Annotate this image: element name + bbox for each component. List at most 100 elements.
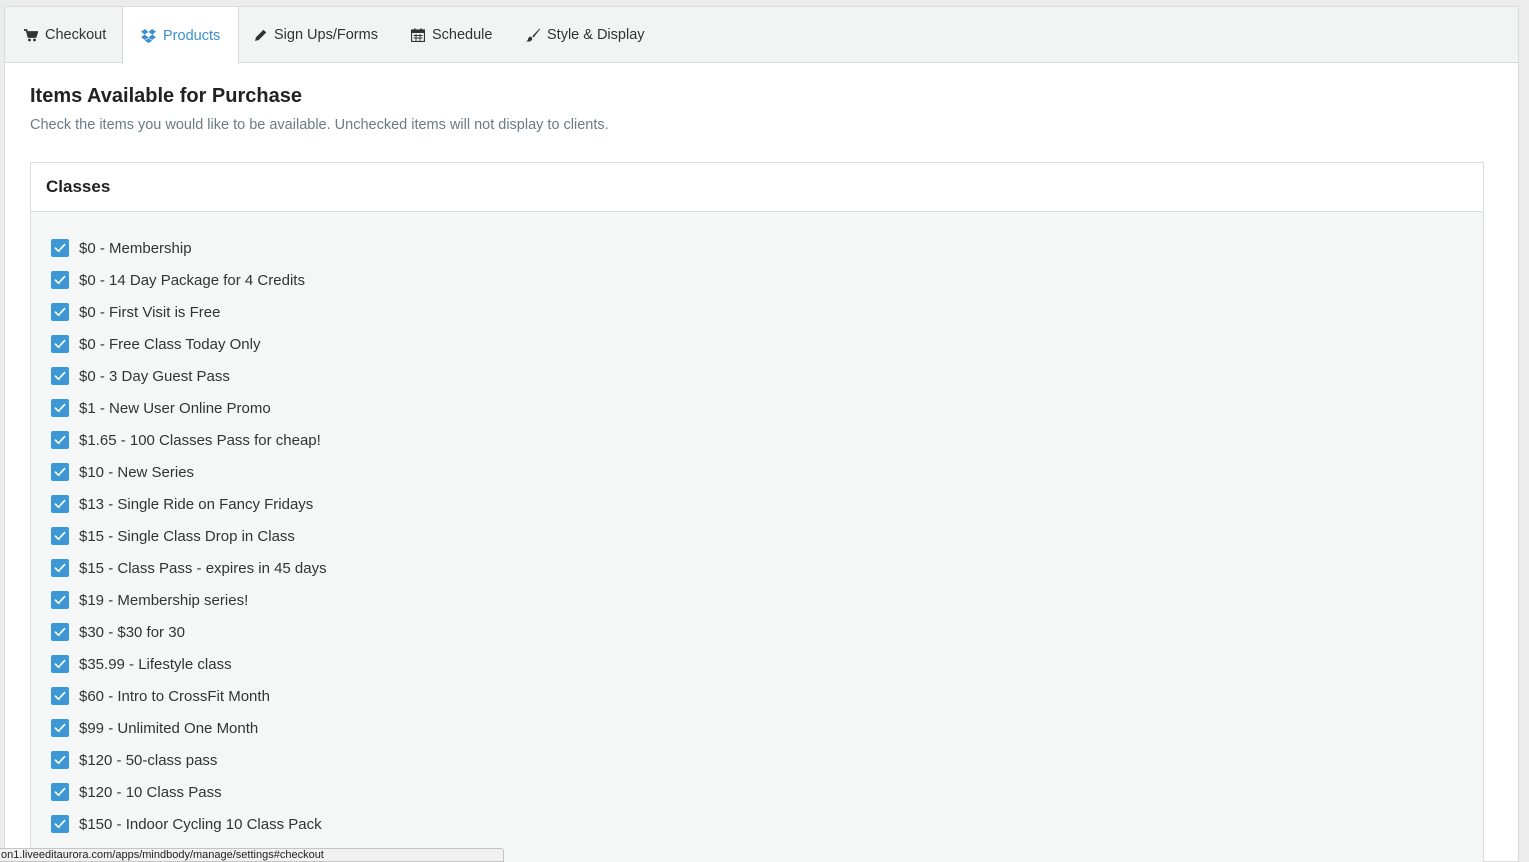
list-item[interactable]: $1.65 - 100 Classes Pass for cheap!	[51, 424, 1483, 456]
checkmark-icon	[54, 467, 66, 477]
item-label: $15 - Single Class Drop in Class	[79, 527, 295, 545]
item-checkbox[interactable]	[51, 687, 69, 705]
list-item[interactable]: $60 - Intro to CrossFit Month	[51, 680, 1483, 712]
list-item[interactable]: $13 - Single Ride on Fancy Fridays	[51, 488, 1483, 520]
checkmark-icon	[54, 243, 66, 253]
tab-products[interactable]: Products	[122, 7, 240, 64]
tab-signups[interactable]: Sign Ups/Forms	[254, 7, 378, 63]
tab-style[interactable]: Style & Display	[526, 7, 645, 63]
list-item[interactable]: $0 - First Visit is Free	[51, 296, 1483, 328]
item-label: $30 - $30 for 30	[79, 623, 185, 641]
item-label: $15 - Class Pass - expires in 45 days	[79, 559, 327, 577]
item-checkbox[interactable]	[51, 399, 69, 417]
item-list: $0 - Membership $0 - 14 Day Package for 4…	[31, 212, 1483, 840]
item-label: $10 - New Series	[79, 463, 195, 481]
list-item[interactable]: $1 - New User Online Promo	[51, 392, 1483, 424]
item-label: $35.99 - Lifestyle class	[79, 655, 232, 673]
tab-checkout[interactable]: Checkout	[24, 7, 106, 63]
checkmark-icon	[54, 627, 66, 637]
checkmark-icon	[54, 499, 66, 509]
item-label: $0 - Membership	[79, 239, 192, 257]
list-item[interactable]: $120 - 50-class pass	[51, 744, 1483, 776]
checkmark-icon	[54, 275, 66, 285]
item-label: $120 - 50-class pass	[79, 751, 218, 769]
list-item[interactable]: $19 - Membership series!	[51, 584, 1483, 616]
item-label: $1 - New User Online Promo	[79, 399, 271, 417]
item-checkbox[interactable]	[51, 367, 69, 385]
item-checkbox[interactable]	[51, 271, 69, 289]
tab-schedule-label: Schedule	[432, 27, 493, 43]
pencil-icon	[255, 29, 267, 41]
checkmark-icon	[54, 307, 66, 317]
tab-bar: Checkout Products Sign Ups/Forms Schedul…	[5, 7, 1518, 64]
checkmark-icon	[54, 595, 66, 605]
item-checkbox[interactable]	[51, 431, 69, 449]
tab-checkout-label: Checkout	[45, 27, 107, 43]
checkmark-icon	[54, 723, 66, 733]
checkmark-icon	[54, 787, 66, 797]
item-checkbox[interactable]	[51, 527, 69, 545]
list-item[interactable]: $15 - Single Class Drop in Class	[51, 520, 1483, 552]
item-checkbox[interactable]	[51, 463, 69, 481]
dropbox-icon	[141, 28, 156, 43]
item-checkbox[interactable]	[51, 303, 69, 321]
checkmark-icon	[54, 659, 66, 669]
checkmark-icon	[54, 339, 66, 349]
list-item[interactable]: $15 - Class Pass - expires in 45 days	[51, 552, 1483, 584]
list-item[interactable]: $99 - Unlimited One Month	[51, 712, 1483, 744]
list-item[interactable]: $0 - 14 Day Package for 4 Credits	[51, 264, 1483, 296]
calendar-icon	[411, 28, 425, 42]
item-checkbox[interactable]	[51, 495, 69, 513]
panel-title: Classes	[46, 177, 111, 196]
list-item[interactable]: $0 - Membership	[51, 232, 1483, 264]
page-title: Items Available for Purchase	[30, 85, 302, 107]
list-item[interactable]: $30 - $30 for 30	[51, 616, 1483, 648]
cart-icon	[24, 28, 38, 41]
checkmark-icon	[54, 403, 66, 413]
item-checkbox[interactable]	[51, 335, 69, 353]
item-label: $13 - Single Ride on Fancy Fridays	[79, 495, 314, 513]
item-checkbox[interactable]	[51, 559, 69, 577]
list-item[interactable]: $0 - 3 Day Guest Pass	[51, 360, 1483, 392]
item-label: $99 - Unlimited One Month	[79, 719, 259, 737]
checkmark-icon	[54, 371, 66, 381]
page-subtitle: Check the items you would like to be ava…	[30, 117, 609, 133]
main-header: Items Available for Purchase Check the i…	[30, 84, 1484, 134]
item-checkbox[interactable]	[51, 623, 69, 641]
classes-panel: Classes $0 - Membership $0 - 14 Day Packa…	[30, 162, 1484, 862]
item-label: $19 - Membership series!	[79, 591, 249, 609]
panel-header: Classes	[31, 163, 1483, 212]
item-label: $150 - Indoor Cycling 10 Class Pack	[79, 815, 322, 833]
item-checkbox[interactable]	[51, 655, 69, 673]
paintbrush-icon	[526, 28, 540, 42]
item-label: $0 - 14 Day Package for 4 Credits	[79, 271, 305, 289]
item-label: $0 - First Visit is Free	[79, 303, 221, 321]
checkmark-icon	[54, 531, 66, 541]
tab-schedule[interactable]: Schedule	[411, 7, 492, 63]
item-label: $0 - Free Class Today Only	[79, 335, 261, 353]
list-item[interactable]: $0 - Free Class Today Only	[51, 328, 1483, 360]
tab-signups-label: Sign Ups/Forms	[274, 27, 378, 43]
list-item[interactable]: $150 - Indoor Cycling 10 Class Pack	[51, 808, 1483, 840]
item-checkbox[interactable]	[51, 719, 69, 737]
checkmark-icon	[54, 563, 66, 573]
checkmark-icon	[54, 819, 66, 829]
item-checkbox[interactable]	[51, 239, 69, 257]
tab-style-label: Style & Display	[547, 27, 645, 43]
item-label: $120 - 10 Class Pass	[79, 783, 222, 801]
item-label: $60 - Intro to CrossFit Month	[79, 687, 270, 705]
item-label: $0 - 3 Day Guest Pass	[79, 367, 230, 385]
tab-products-label: Products	[163, 27, 221, 44]
item-checkbox[interactable]	[51, 783, 69, 801]
list-item[interactable]: $120 - 10 Class Pass	[51, 776, 1483, 808]
item-label: $1.65 - 100 Classes Pass for cheap!	[79, 431, 321, 449]
list-item[interactable]: $35.99 - Lifestyle class	[51, 648, 1483, 680]
status-bar-url: on1.liveeditaurora.com/apps/mindbody/man…	[0, 848, 504, 862]
checkmark-icon	[54, 435, 66, 445]
list-item[interactable]: $10 - New Series	[51, 456, 1483, 488]
item-checkbox[interactable]	[51, 591, 69, 609]
item-checkbox[interactable]	[51, 751, 69, 769]
checkmark-icon	[54, 755, 66, 765]
item-checkbox[interactable]	[51, 815, 69, 833]
checkmark-icon	[54, 691, 66, 701]
